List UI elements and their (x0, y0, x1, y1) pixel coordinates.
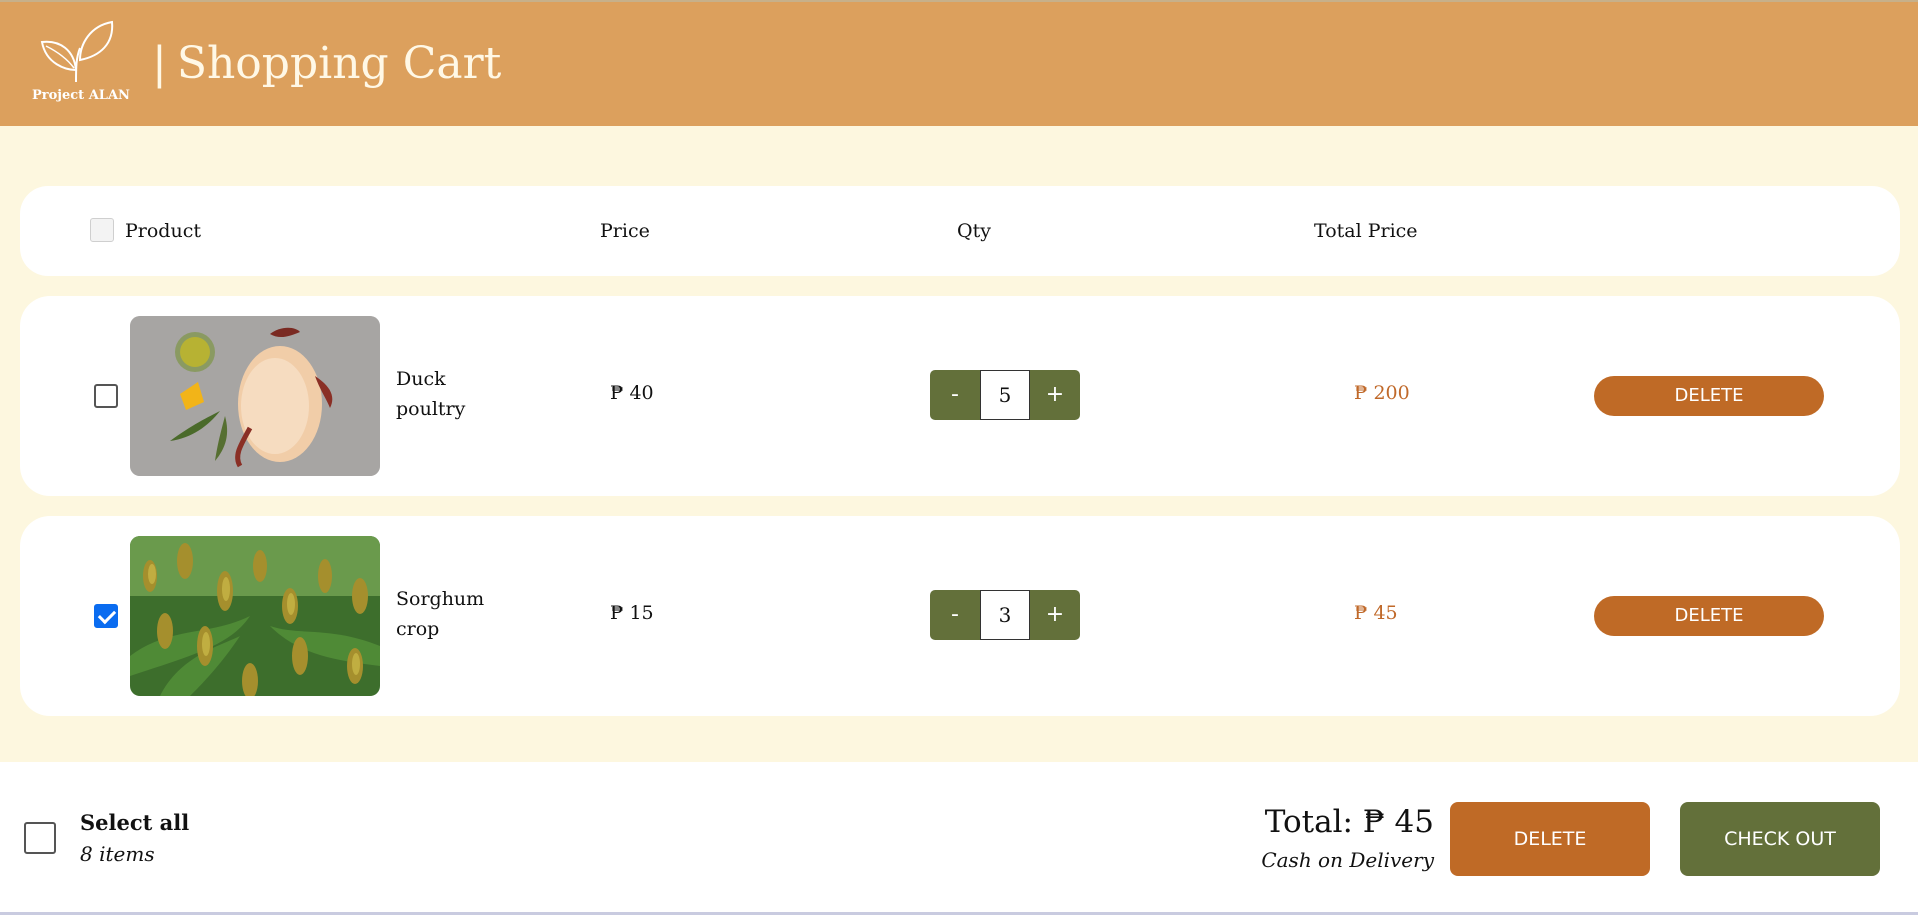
qty-decrease-button[interactable]: - (930, 590, 980, 640)
logo-text: Project ALAN (32, 88, 130, 103)
select-all-checkbox[interactable] (24, 822, 56, 854)
cart-column-header: Product Price Qty Total Price (20, 186, 1900, 276)
cart-total: Total: ₱ 45 (1264, 804, 1434, 840)
qty-increase-button[interactable]: + (1030, 590, 1080, 640)
logo[interactable]: Project ALAN (32, 20, 130, 110)
column-qty: Qty (957, 220, 991, 242)
page-title-text: Shopping Cart (176, 38, 502, 89)
sprout-icon (40, 20, 114, 83)
header-select-checkbox[interactable] (90, 218, 114, 242)
delete-selected-button[interactable]: DELETE (1450, 802, 1650, 876)
item-checkbox[interactable] (94, 604, 118, 628)
product-image-sorghum (130, 536, 380, 696)
qty-decrease-button[interactable]: - (930, 370, 980, 420)
product-name: Duck poultry (396, 368, 466, 420)
item-total-price: ₱ 45 (1354, 602, 1398, 624)
product-price: ₱ 40 (610, 382, 654, 404)
cart-footer: Select all 8 items Total: ₱ 45 Cash on D… (0, 762, 1918, 915)
cart-item-row: Duck poultry ₱ 40 - 5 + ₱ 200 DELETE (20, 296, 1900, 496)
item-total-price: ₱ 200 (1354, 382, 1410, 404)
column-price: Price (600, 220, 650, 242)
quantity-stepper: - 3 + (930, 590, 1080, 640)
product-name: Sorghum crop (396, 588, 485, 640)
column-total-price: Total Price (1314, 220, 1418, 242)
column-product: Product (125, 220, 201, 242)
select-all-label[interactable]: Select all (80, 810, 189, 835)
title-divider: | (152, 38, 167, 89)
qty-input[interactable]: 3 (980, 590, 1030, 640)
qty-increase-button[interactable]: + (1030, 370, 1080, 420)
product-image-duck (130, 316, 380, 476)
page-title: | Shopping Cart (152, 38, 501, 89)
item-checkbox[interactable] (94, 384, 118, 408)
delete-item-button[interactable]: DELETE (1594, 596, 1824, 636)
product-price: ₱ 15 (610, 602, 654, 624)
quantity-stepper: - 5 + (930, 370, 1080, 420)
delete-item-button[interactable]: DELETE (1594, 376, 1824, 416)
items-count: 8 items (80, 842, 155, 866)
qty-input[interactable]: 5 (980, 370, 1030, 420)
payment-method: Cash on Delivery (1261, 848, 1434, 872)
cart-item-row: Sorghum crop ₱ 15 - 3 + ₱ 45 DELETE (20, 516, 1900, 716)
app-header: Project ALAN | Shopping Cart (0, 0, 1918, 126)
checkout-button[interactable]: CHECK OUT (1680, 802, 1880, 876)
